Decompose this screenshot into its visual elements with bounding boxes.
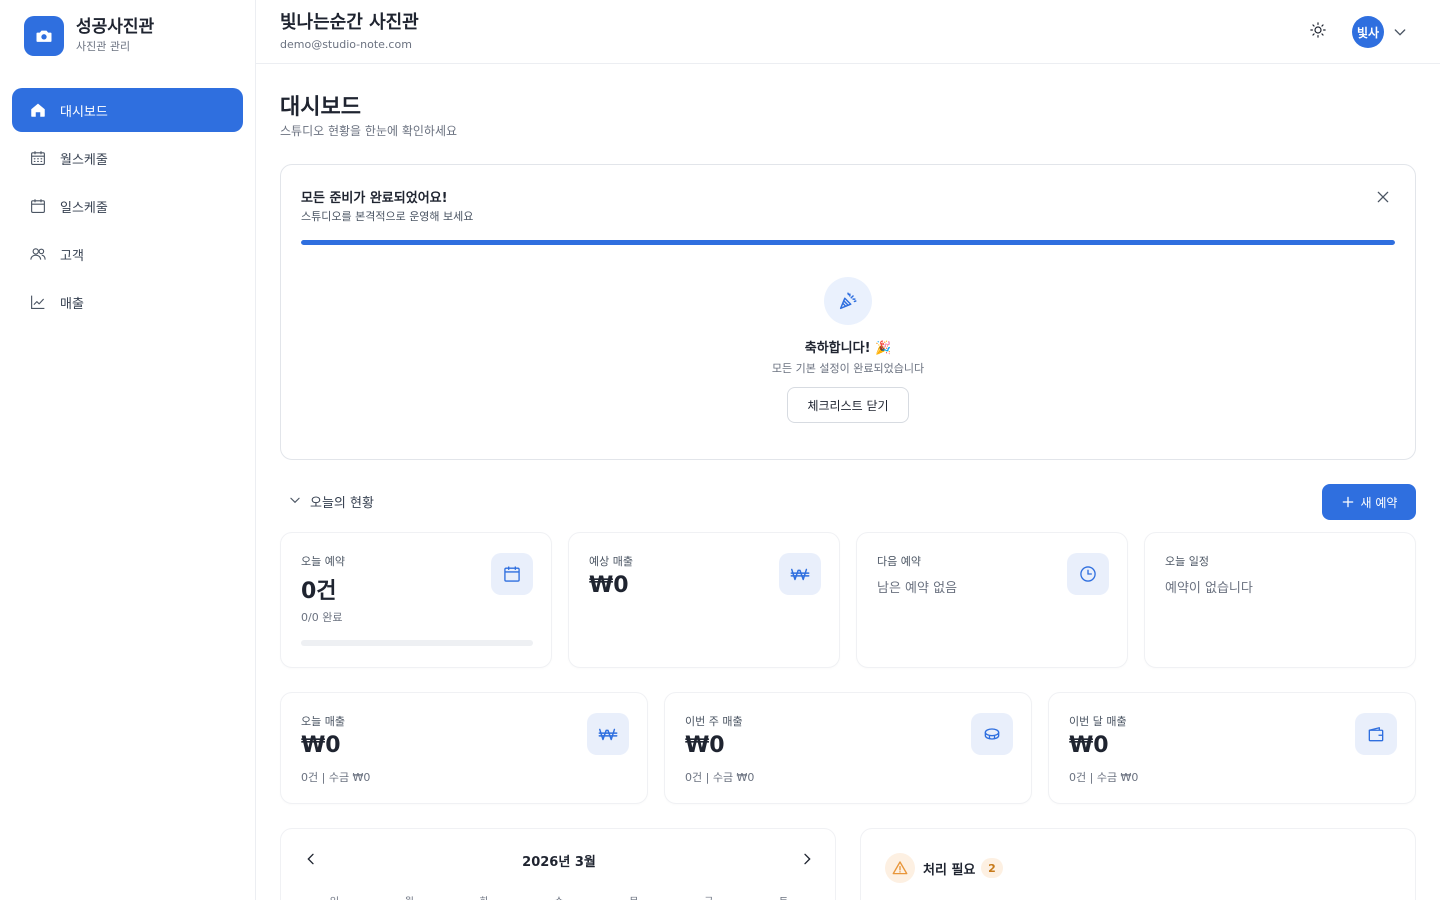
calendar-weekdays: 일 월 화 수 목 금 토 (297, 893, 821, 900)
card-muted-text: 예약이 없습니다 (1165, 581, 1253, 596)
theme-toggle-button[interactable] (1304, 18, 1332, 46)
sidebar-item-monthly-schedule[interactable]: 월스케줄 (12, 136, 243, 180)
congrats-title: 축하합니다! 🎉 (804, 341, 892, 356)
home-icon (28, 100, 48, 120)
calendar-month-icon (28, 148, 48, 168)
card-muted-text: 남은 예약 없음 (877, 581, 958, 596)
won-icon (587, 713, 629, 755)
chevron-right-icon[interactable] (797, 849, 817, 869)
card-value: ₩0 (685, 733, 725, 758)
action-required-title: 처리 필요 (923, 863, 976, 878)
action-count-badge: 2 (981, 858, 1003, 878)
checklist-title: 모든 준비가 완료되었어요! (301, 191, 448, 206)
card-label: 예상 매출 (589, 555, 633, 568)
week-sales-card[interactable]: 이번 주 매출 ₩0 0건 | 수금 ₩0 (664, 692, 1032, 804)
sidebar-item-label: 매출 (60, 296, 84, 312)
account-email: demo@studio-note.com (280, 38, 412, 51)
card-value: ₩0 (589, 573, 629, 598)
page-subtitle: 스튜디오 현황을 한눈에 확인하세요 (280, 124, 458, 138)
page-title: 대시보드 (280, 95, 361, 120)
weekday-label: 수 (522, 893, 597, 900)
chevron-down-icon[interactable] (1392, 24, 1408, 40)
today-schedule-card[interactable]: 오늘 일정 예약이 없습니다 (1144, 532, 1416, 668)
party-popper-icon (824, 277, 872, 325)
plus-icon (1341, 495, 1355, 509)
card-label: 다음 예약 (877, 555, 921, 568)
calendar-day-icon (28, 196, 48, 216)
weekday-label: 토 (746, 893, 821, 900)
calendar-card: 2026년 3월 일 월 화 수 목 금 토 (280, 828, 836, 900)
card-foot: 0/0 완료 (301, 611, 343, 624)
card-value: 0건 (301, 579, 337, 604)
card-label: 이번 달 매출 (1069, 715, 1127, 728)
month-sales-card[interactable]: 이번 달 매출 ₩0 0건 | 수금 ₩0 (1048, 692, 1416, 804)
today-status-toggle[interactable]: 오늘의 현황 (288, 492, 374, 511)
sidebar-item-label: 대시보드 (60, 104, 108, 120)
card-value: ₩0 (1069, 733, 1109, 758)
warning-icon (885, 853, 915, 883)
won-icon (779, 553, 821, 595)
onboarding-checklist: 모든 준비가 완료되었어요! 스튜디오를 본격적으로 운영해 보세요 축하합니다… (280, 164, 1416, 460)
today-bookings-card[interactable]: 오늘 예약 0건 0/0 완료 (280, 532, 552, 668)
coins-icon (971, 713, 1013, 755)
card-foot: 0건 | 수금 ₩0 (1069, 771, 1139, 784)
new-booking-label: 새 예약 (1360, 495, 1398, 510)
weekday-label: 금 (671, 893, 746, 900)
top-header: 빛나는순간 사진관 demo@studio-note.com 빛사 (256, 0, 1440, 64)
sidebar-item-label: 일스케줄 (60, 200, 108, 216)
weekday-label: 일 (297, 893, 372, 900)
next-booking-card[interactable]: 다음 예약 남은 예약 없음 (856, 532, 1128, 668)
sidebar-nav: 대시보드 월스케줄 일스케줄 고객 매출 (12, 88, 243, 328)
users-icon (28, 244, 48, 264)
brand-name: 성공사진관 (76, 17, 155, 37)
close-checklist-button[interactable]: 체크리스트 닫기 (787, 387, 909, 423)
brand-subtitle: 사진관 관리 (76, 40, 131, 53)
wallet-icon (1355, 713, 1397, 755)
card-label: 오늘 일정 (1165, 555, 1209, 568)
chevron-down-icon (288, 492, 302, 511)
card-foot: 0건 | 수금 ₩0 (685, 771, 755, 784)
sidebar-item-daily-schedule[interactable]: 일스케줄 (12, 184, 243, 228)
checklist-progress-bar (301, 240, 1395, 245)
sidebar-item-customers[interactable]: 고객 (12, 232, 243, 276)
sidebar-item-sales[interactable]: 매출 (12, 280, 243, 324)
sidebar: 성공사진관 사진관 관리 대시보드 월스케줄 일스케줄 고객 매출 (0, 0, 256, 900)
bookings-progress-bar (301, 640, 533, 646)
brand[interactable]: 성공사진관 사진관 관리 (24, 16, 154, 56)
today-sales-card[interactable]: 오늘 매출 ₩0 0건 | 수금 ₩0 (280, 692, 648, 804)
action-required-card: 처리 필요 2 (860, 828, 1416, 900)
checklist-progress-fill (301, 240, 1395, 245)
card-label: 오늘 매출 (301, 715, 345, 728)
studio-name: 빛나는순간 사진관 (280, 12, 419, 33)
calendar-icon (491, 553, 533, 595)
section-label: 오늘의 현황 (310, 496, 374, 511)
sun-icon (1309, 21, 1327, 43)
weekday-label: 목 (596, 893, 671, 900)
sidebar-item-label: 고객 (60, 248, 84, 264)
card-label: 오늘 예약 (301, 555, 345, 568)
sidebar-item-label: 월스케줄 (60, 152, 108, 168)
chart-line-icon (28, 292, 48, 312)
avatar[interactable]: 빛사 (1352, 16, 1384, 48)
weekday-label: 월 (372, 893, 447, 900)
camera-icon (24, 16, 64, 56)
weekday-label: 화 (447, 893, 522, 900)
close-icon[interactable] (1373, 187, 1393, 207)
expected-sales-card[interactable]: 예상 매출 ₩0 (568, 532, 840, 668)
sidebar-item-dashboard[interactable]: 대시보드 (12, 88, 243, 132)
calendar-month: 2026년 3월 (522, 855, 596, 870)
congrats-subtitle: 모든 기본 설정이 완료되었습니다 (771, 362, 925, 375)
new-booking-button[interactable]: 새 예약 (1322, 484, 1416, 520)
card-label: 이번 주 매출 (685, 715, 743, 728)
clock-icon (1067, 553, 1109, 595)
card-foot: 0건 | 수금 ₩0 (301, 771, 371, 784)
card-value: ₩0 (301, 733, 341, 758)
checklist-subtitle: 스튜디오를 본격적으로 운영해 보세요 (301, 210, 474, 223)
